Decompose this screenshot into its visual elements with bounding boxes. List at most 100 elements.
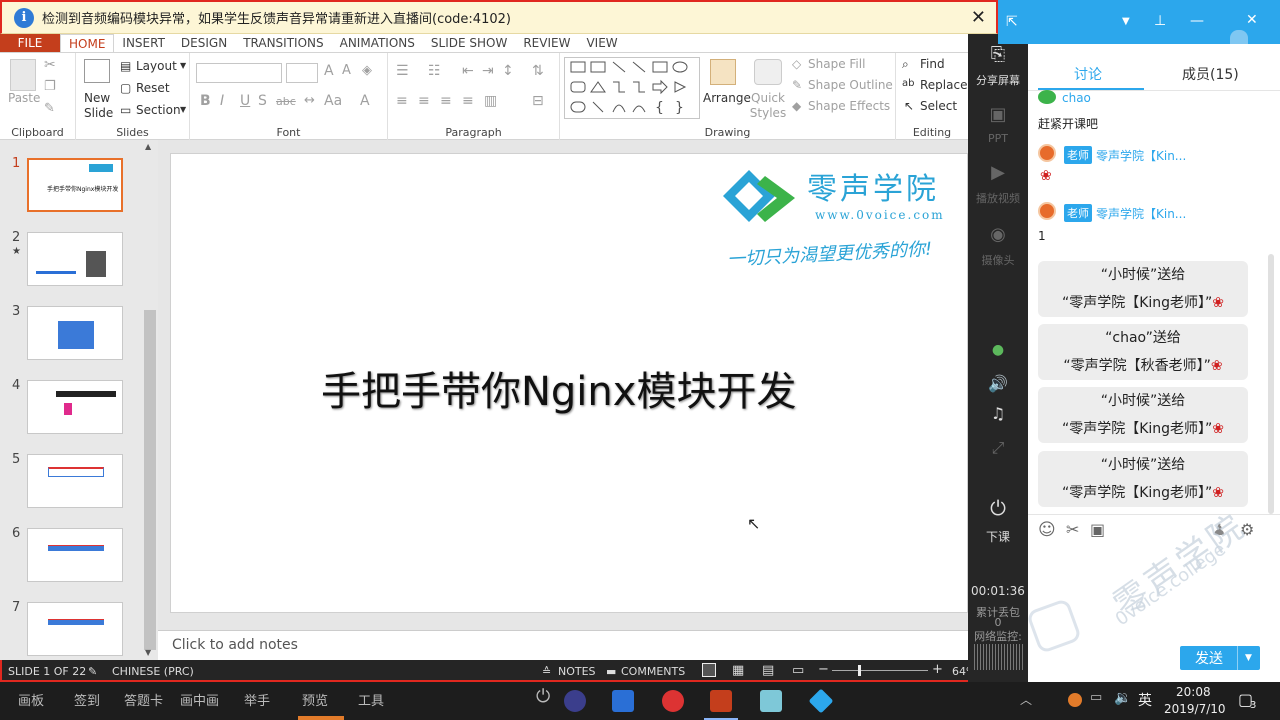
paste-button[interactable]: Paste (8, 91, 40, 105)
quick-styles-button[interactable]: Quick Styles (748, 91, 788, 121)
paste-icon[interactable] (10, 59, 36, 91)
tab-view[interactable]: VIEW (578, 34, 625, 52)
share-screen-button[interactable]: 分享屏幕 (968, 72, 1028, 88)
tool-answer-card[interactable]: 答题卡 (124, 690, 163, 709)
find-button[interactable]: Find (920, 57, 945, 71)
strikethrough-icon[interactable]: abc (276, 95, 296, 108)
shape-effects-button[interactable]: Shape Effects (808, 99, 890, 113)
align-right-icon[interactable]: ≡ (440, 93, 452, 109)
columns-icon[interactable]: ▥ (484, 93, 497, 109)
chevron-down-icon[interactable]: ▼ (1245, 653, 1252, 663)
power-icon[interactable]: ⏻ (536, 686, 550, 707)
chat-username[interactable]: 零声学院【Kin... (1096, 205, 1186, 222)
slide-thumb-7[interactable] (27, 602, 123, 656)
comments-button[interactable]: COMMENTS (621, 665, 685, 678)
section-button[interactable]: Section (136, 103, 181, 117)
slide-thumb-3[interactable] (27, 306, 123, 360)
font-name-select[interactable] (196, 63, 282, 83)
music-icon[interactable]: ♫ (968, 404, 1028, 423)
bullets-icon[interactable]: ☰ (396, 63, 409, 79)
chat-username[interactable]: 零声学院【Kin... (1096, 147, 1186, 164)
avatar[interactable] (1038, 202, 1056, 220)
network-icon[interactable]: ▭ (1090, 690, 1102, 705)
shrink-font-icon[interactable]: A (342, 63, 351, 78)
chat-username[interactable]: chao (1062, 91, 1091, 105)
spellcheck-icon[interactable]: ✎ (88, 665, 97, 678)
tool-sign-in[interactable]: 签到 (74, 690, 100, 709)
notes-button[interactable]: NOTES (558, 665, 596, 678)
shapes-gallery[interactable]: {} (564, 57, 700, 119)
arrange-button[interactable]: Arrange (703, 91, 751, 105)
app-network-icon[interactable] (612, 690, 634, 712)
bold-icon[interactable]: B (200, 93, 211, 109)
fullscreen-icon[interactable]: ⤢ (968, 438, 1028, 458)
tab-home[interactable]: HOME (60, 34, 115, 52)
copy-icon[interactable]: ❐ (44, 79, 56, 94)
tool-preview[interactable]: 预览 (302, 690, 328, 709)
reset-button[interactable]: Reset (136, 81, 170, 95)
play-video-button[interactable]: 播放视频 (968, 190, 1028, 206)
language-indicator[interactable]: CHINESE (PRC) (112, 665, 194, 678)
chat-scrollbar[interactable] (1268, 254, 1274, 514)
clear-format-icon[interactable]: ◈ (362, 63, 372, 78)
send-button[interactable]: 发送 ▼ (1180, 646, 1260, 670)
scroll-up-icon[interactable]: ▲ (145, 142, 151, 151)
arrange-icon[interactable] (710, 59, 736, 85)
slideshow-view-icon[interactable]: ▭ (792, 663, 804, 678)
tab-design[interactable]: DESIGN (173, 34, 235, 52)
tab-discussion[interactable]: 讨论 (1074, 64, 1102, 84)
avatar[interactable] (1038, 144, 1056, 162)
pin-icon[interactable]: ⊥ (1154, 13, 1166, 29)
volume-icon[interactable]: 🔉 (1114, 690, 1131, 706)
justify-icon[interactable]: ≡ (462, 93, 474, 109)
clock-date[interactable]: 2019/7/10 (1164, 702, 1226, 716)
tab-review[interactable]: REVIEW (515, 34, 578, 52)
tab-members[interactable]: 成员(15) (1182, 64, 1239, 84)
grow-font-icon[interactable]: A (324, 63, 334, 79)
line-spacing-icon[interactable]: ↕ (502, 63, 514, 79)
slide-title[interactable]: 手把手带你Nginx模块开发 (321, 359, 796, 417)
italic-icon[interactable]: I (220, 93, 224, 109)
notes-pane[interactable]: Click to add notes (158, 630, 968, 660)
tab-file[interactable]: FILE (0, 34, 60, 52)
quick-styles-icon[interactable] (754, 59, 782, 85)
zoom-out-icon[interactable]: − (818, 662, 829, 677)
align-center-icon[interactable]: ≡ (418, 93, 430, 109)
tool-picture-in-picture[interactable]: 画中画 (180, 690, 219, 709)
camera-button[interactable]: 摄像头 (968, 252, 1028, 268)
tray-expand-icon[interactable]: ︿ (1020, 691, 1032, 708)
cut-icon[interactable]: ✂ (44, 57, 56, 73)
ppt-button[interactable]: PPT (968, 132, 1028, 145)
zoom-slider[interactable] (832, 670, 928, 671)
tool-tools[interactable]: 工具 (358, 690, 384, 709)
emoji-icon[interactable]: ☺ (1038, 520, 1056, 540)
zoom-slider-thumb[interactable] (858, 665, 861, 676)
camera-icon[interactable]: ◉ (968, 224, 1028, 245)
numbering-icon[interactable]: ☷ (428, 63, 441, 79)
slide-canvas[interactable]: 零声学院 www.0voice.com 一切只为渴望更优秀的你! 手把手带你Ng… (170, 153, 968, 613)
align-text-icon[interactable]: ⊟ (532, 93, 544, 109)
underline-icon[interactable]: U (240, 93, 250, 109)
scroll-down-icon[interactable]: ▼ (145, 648, 151, 657)
end-class-icon[interactable]: ⏻ (968, 496, 1028, 520)
increase-indent-icon[interactable]: ⇥ (482, 63, 494, 79)
app-powerpoint-icon[interactable] (710, 690, 732, 712)
tab-animations[interactable]: ANIMATIONS (332, 34, 423, 52)
app-live-icon[interactable] (808, 688, 834, 714)
ime-indicator[interactable]: 英 (1138, 690, 1152, 710)
tool-drawing-board[interactable]: 画板 (18, 690, 44, 709)
reading-view-icon[interactable]: ▤ (762, 663, 774, 678)
notice-icon[interactable] (1230, 30, 1248, 44)
select-button[interactable]: Select (920, 99, 957, 113)
scroll-thumb[interactable] (144, 310, 156, 650)
new-slide-icon[interactable] (84, 59, 110, 83)
tool-raise-hand[interactable]: 举手 (244, 690, 270, 709)
change-case-icon[interactable]: Aa (324, 93, 342, 109)
slide-thumb-4[interactable] (27, 380, 123, 434)
image-icon[interactable]: ▣ (1090, 520, 1105, 539)
ppt-icon[interactable]: ▣ (968, 104, 1028, 125)
minimize-icon[interactable]: — (1190, 13, 1204, 29)
close-icon[interactable]: ✕ (971, 7, 986, 28)
play-video-icon[interactable]: ▶ (968, 162, 1028, 183)
shape-outline-button[interactable]: Shape Outline (808, 78, 893, 92)
